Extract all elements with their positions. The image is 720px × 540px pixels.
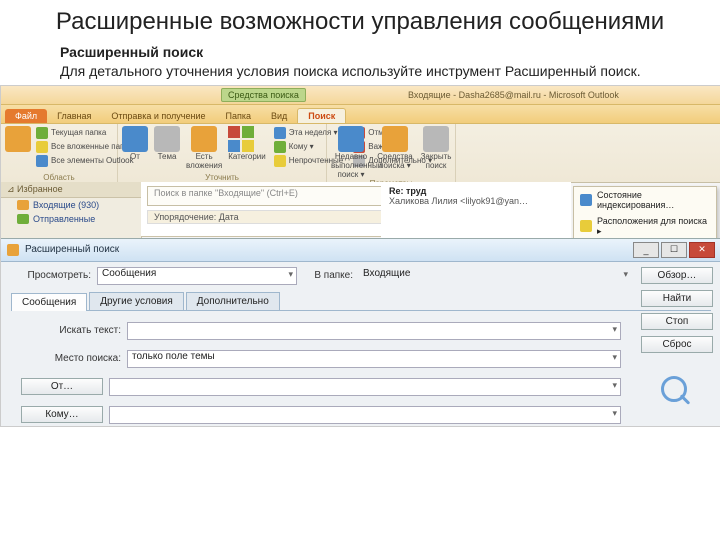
ribbon: Средства поиска Входящие - Dasha2685@mai… — [1, 86, 720, 183]
look-for-select[interactable]: Сообщения — [97, 267, 297, 285]
advanced-find-dialog: Расширенный поиск _ ☐ ✕ Просмотреть: Соо… — [1, 238, 720, 426]
find-button[interactable]: Найти — [641, 290, 713, 307]
from-input[interactable] — [109, 378, 621, 396]
search-text-label: Искать текст: — [21, 325, 121, 336]
dialog-icon — [7, 244, 19, 256]
mail-from: Халикова Лилия <lilyok91@yan… — [389, 196, 563, 206]
slide-title: Расширенные возможности управления сообщ… — [40, 8, 680, 37]
menu-search-locations[interactable]: Расположения для поиска ▸ — [574, 213, 716, 240]
to-button[interactable]: Кому… — [21, 406, 103, 423]
search-in-label: Место поиска: — [21, 353, 121, 364]
tab-file[interactable]: Файл — [5, 109, 47, 123]
window-minimize[interactable]: _ — [633, 242, 659, 258]
look-for-label: Просмотреть: — [11, 270, 91, 281]
window-title: Входящие - Dasha2685@mail.ru - Microsoft… — [306, 90, 720, 100]
nav-favorites-header[interactable]: ⊿ Избранное — [1, 182, 141, 198]
subject-icon[interactable] — [154, 126, 180, 152]
clear-button[interactable]: Сброс — [641, 336, 713, 353]
close-search-icon[interactable] — [423, 126, 449, 152]
dialog-tab-more[interactable]: Другие условия — [89, 292, 184, 310]
tab-sendreceive[interactable]: Отправка и получение — [101, 109, 215, 123]
window-maximize[interactable]: ☐ — [661, 242, 687, 258]
search-tools-icon[interactable] — [382, 126, 408, 152]
dialog-tab-messages[interactable]: Сообщения — [11, 293, 87, 311]
slide-subtitle: Расширенный поиск Для детального уточнен… — [60, 43, 660, 81]
dialog-title: Расширенный поиск — [25, 244, 633, 255]
search-tools-badge: Средства поиска — [221, 88, 306, 102]
recent-searches-icon[interactable] — [338, 126, 364, 152]
window-titlebar: Средства поиска Входящие - Dasha2685@mai… — [1, 86, 720, 105]
browse-button[interactable]: Обзор… — [641, 267, 713, 284]
in-folder-label: В папке: — [303, 270, 353, 281]
all-mail-items-icon[interactable] — [5, 126, 31, 152]
reading-pane: Re: труд Халикова Лилия <lilyok91@yan… — [381, 182, 571, 244]
dialog-tabs: Сообщения Другие условия Дополнительно — [11, 292, 711, 311]
attach-icon[interactable] — [191, 126, 217, 152]
menu-index-status[interactable]: Состояние индексирования… — [574, 187, 716, 213]
categories-icon[interactable] — [228, 126, 266, 152]
nav-inbox[interactable]: Входящие (930) — [1, 198, 141, 212]
outlook-screenshot: Средства поиска Входящие - Dasha2685@mai… — [0, 85, 720, 427]
tab-search[interactable]: Поиск — [297, 108, 346, 123]
stop-button[interactable]: Стоп — [641, 313, 713, 330]
window-close[interactable]: ✕ — [689, 242, 715, 258]
from-button[interactable]: От… — [21, 378, 103, 395]
mail-subject: Re: труд — [389, 186, 563, 196]
ribbon-tabs: Файл Главная Отправка и получение Папка … — [1, 105, 720, 124]
dialog-tab-advanced[interactable]: Дополнительно — [186, 292, 280, 310]
from-icon[interactable] — [122, 126, 148, 152]
magnifier-icon — [661, 376, 691, 406]
in-folder-value: Входящие — [359, 268, 631, 284]
tab-home[interactable]: Главная — [47, 109, 101, 123]
search-in-select[interactable]: только поле темы — [127, 350, 621, 368]
tab-view[interactable]: Вид — [261, 109, 297, 123]
to-input[interactable] — [109, 406, 621, 424]
nav-sent[interactable]: Отправленные — [1, 212, 141, 226]
search-text-input[interactable] — [127, 322, 621, 340]
dialog-titlebar: Расширенный поиск _ ☐ ✕ — [1, 239, 720, 262]
tab-folder[interactable]: Папка — [216, 109, 262, 123]
